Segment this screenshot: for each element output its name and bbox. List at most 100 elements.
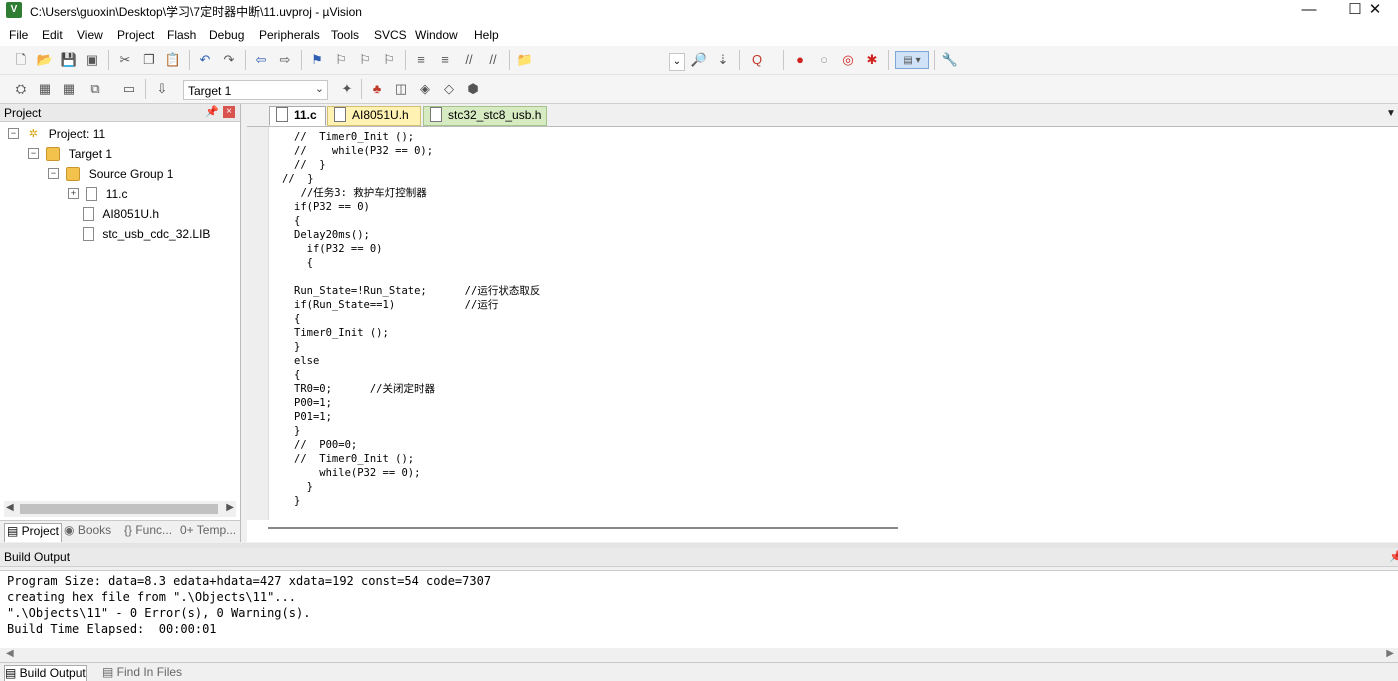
code-line: // } — [294, 159, 326, 171]
menu-svcs[interactable]: SVCS — [374, 28, 407, 42]
comment-icon[interactable]: // — [460, 51, 478, 69]
tab-list-dropdown-icon[interactable]: ▼ — [1386, 108, 1396, 119]
kill-breakpoints-icon[interactable]: ✱ — [863, 51, 881, 69]
file-icon — [334, 107, 346, 123]
tree-file-item[interactable]: + 11.c — [68, 186, 127, 206]
tab-11c[interactable]: 11.c — [269, 106, 326, 126]
file-icon — [86, 186, 98, 201]
close-button[interactable]: ✕ — [1352, 0, 1398, 24]
tree-group-node[interactable]: − Source Group 1 — [48, 166, 173, 186]
tree-project-node[interactable]: − ✲ Project: 11 — [8, 126, 105, 146]
bookmark-icon[interactable]: ⚑ — [308, 51, 326, 69]
debug-start-icon[interactable]: Q — [748, 51, 766, 69]
new-file-icon[interactable]: 🗋 — [12, 51, 30, 69]
chevron-down-icon: ⌄ — [314, 83, 324, 95]
scrollbar-thumb[interactable] — [20, 504, 218, 514]
scroll-left-icon[interactable]: ◀ — [6, 648, 14, 659]
menu-peripherals[interactable]: Peripherals — [259, 28, 320, 42]
menu-flash[interactable]: Flash — [167, 28, 196, 42]
paste-icon[interactable]: 📋 — [164, 51, 182, 69]
collapse-icon[interactable]: − — [28, 148, 39, 160]
next-bookmark-icon[interactable]: ⚐ — [356, 51, 374, 69]
manage-components-icon[interactable]: ♣ — [368, 80, 386, 98]
tree-file-item[interactable]: stc_usb_cdc_32.LIB — [83, 226, 210, 246]
menu-tools[interactable]: Tools — [331, 28, 359, 42]
disable-breakpoint-icon[interactable]: ○ — [815, 51, 833, 69]
cut-icon[interactable]: ✂ — [116, 51, 134, 69]
tab-stc32-stc8-usb-h[interactable]: stc32_stc8_usb.h — [423, 106, 547, 126]
scroll-right-icon[interactable]: ▶ — [1386, 648, 1394, 659]
tab-find-in-files[interactable]: ▤ Find In Files — [102, 665, 182, 680]
tab-build-output[interactable]: ▤ Build Output — [4, 665, 87, 681]
download-icon[interactable]: ⇩ — [153, 80, 171, 98]
disable-all-breakpoints-icon[interactable]: ◎ — [839, 51, 857, 69]
tree-file-item[interactable]: AI8051U.h — [83, 206, 159, 226]
pack-installer-icon[interactable]: ◈ — [416, 80, 434, 98]
find-combo-dropdown[interactable]: ⌄ — [669, 53, 685, 71]
save-all-icon[interactable]: ▣ — [83, 51, 101, 69]
target-select[interactable]: Target 1 ⌄ — [183, 80, 328, 100]
manage-multi-project-icon[interactable]: ⬢ — [464, 80, 482, 98]
prev-bookmark-icon[interactable]: ⚐ — [332, 51, 350, 69]
redo-icon[interactable]: ↷ — [220, 51, 238, 69]
tab-project[interactable]: ▤ Project — [4, 523, 63, 542]
pin-icon[interactable]: 📌 — [1389, 550, 1398, 563]
navigate-forward-icon[interactable]: ⇨ — [276, 51, 294, 69]
indent-icon[interactable]: ≡ — [412, 51, 430, 69]
scroll-right-icon[interactable]: ▶ — [226, 502, 234, 513]
pin-icon[interactable]: 📌 — [205, 105, 219, 118]
menu-project[interactable]: Project — [117, 28, 154, 42]
save-icon[interactable]: 💾 — [60, 51, 78, 69]
find-in-files-icon[interactable]: 📁 — [516, 51, 534, 69]
rebuild-icon[interactable]: ▦ — [60, 80, 78, 98]
navigate-back-icon[interactable]: ⇦ — [252, 51, 270, 69]
build-output-pane[interactable]: Program Size: data=8.3 edata+hdata=427 x… — [0, 570, 1398, 649]
build-icon[interactable]: ▦ — [36, 80, 54, 98]
code-line: P01=1; — [294, 411, 332, 423]
code-line: { — [294, 257, 313, 269]
folder-icon — [66, 166, 81, 181]
minimize-button[interactable]: — — [1286, 0, 1332, 24]
collapse-icon[interactable]: − — [8, 128, 19, 140]
tab-functions[interactable]: {} Func... — [124, 523, 172, 541]
copy-icon[interactable]: ❐ — [140, 51, 158, 69]
batch-build-icon[interactable]: ⧉ — [86, 80, 104, 98]
incremental-find-icon[interactable]: ⇣ — [714, 51, 732, 69]
scroll-left-icon[interactable]: ◀ — [6, 502, 14, 513]
editor-horizontal-scrollbar[interactable] — [268, 522, 898, 534]
close-icon[interactable]: × — [223, 106, 235, 118]
manage-runtime-icon[interactable]: ◇ — [440, 80, 458, 98]
scrollbar-thumb[interactable] — [268, 527, 898, 529]
menu-view[interactable]: View — [77, 28, 103, 42]
stop-build-icon[interactable]: ▭ — [120, 80, 138, 98]
undo-icon[interactable]: ↶ — [196, 51, 214, 69]
collapse-icon[interactable]: − — [48, 168, 59, 180]
uncomment-icon[interactable]: // — [484, 51, 502, 69]
menu-debug[interactable]: Debug — [209, 28, 244, 42]
menu-edit[interactable]: Edit — [42, 28, 63, 42]
output-line: Build Time Elapsed: 00:00:01 — [7, 622, 217, 636]
options-for-target-icon[interactable]: ✦ — [338, 80, 356, 98]
clear-bookmarks-icon[interactable]: ⚐ — [380, 51, 398, 69]
tab-books[interactable]: ◉ Books — [64, 523, 111, 541]
tab-templates[interactable]: 0+ Temp... — [180, 523, 236, 541]
build-output-horizontal-scrollbar[interactable]: ◀ ▶ — [0, 648, 1398, 661]
select-packs-icon[interactable]: ◫ — [392, 80, 410, 98]
expand-icon[interactable]: + — [68, 188, 79, 200]
configure-icon[interactable]: 🔧 — [941, 51, 959, 69]
menu-file[interactable]: File — [9, 28, 28, 42]
tab-ai8051u-h[interactable]: AI8051U.h — [327, 106, 421, 126]
tree-target-node[interactable]: − Target 1 — [28, 146, 112, 166]
code-line: // P00=0; — [294, 439, 358, 451]
target-folder-icon — [46, 146, 61, 161]
menu-help[interactable]: Help — [474, 28, 499, 42]
code-line: if(P32 == 0) — [294, 243, 383, 255]
menu-window[interactable]: Window — [415, 28, 458, 42]
find-icon[interactable]: 🔎 — [690, 51, 708, 69]
project-horizontal-scrollbar[interactable]: ◀ ▶ — [4, 501, 236, 517]
open-file-icon[interactable]: 📂 — [36, 51, 54, 69]
unindent-icon[interactable]: ≡ — [436, 51, 454, 69]
window-layout-icon[interactable]: ▤ ▾ — [895, 51, 929, 69]
translate-icon[interactable]: ⛭ — [12, 80, 30, 98]
breakpoint-icon[interactable]: ● — [791, 51, 809, 69]
